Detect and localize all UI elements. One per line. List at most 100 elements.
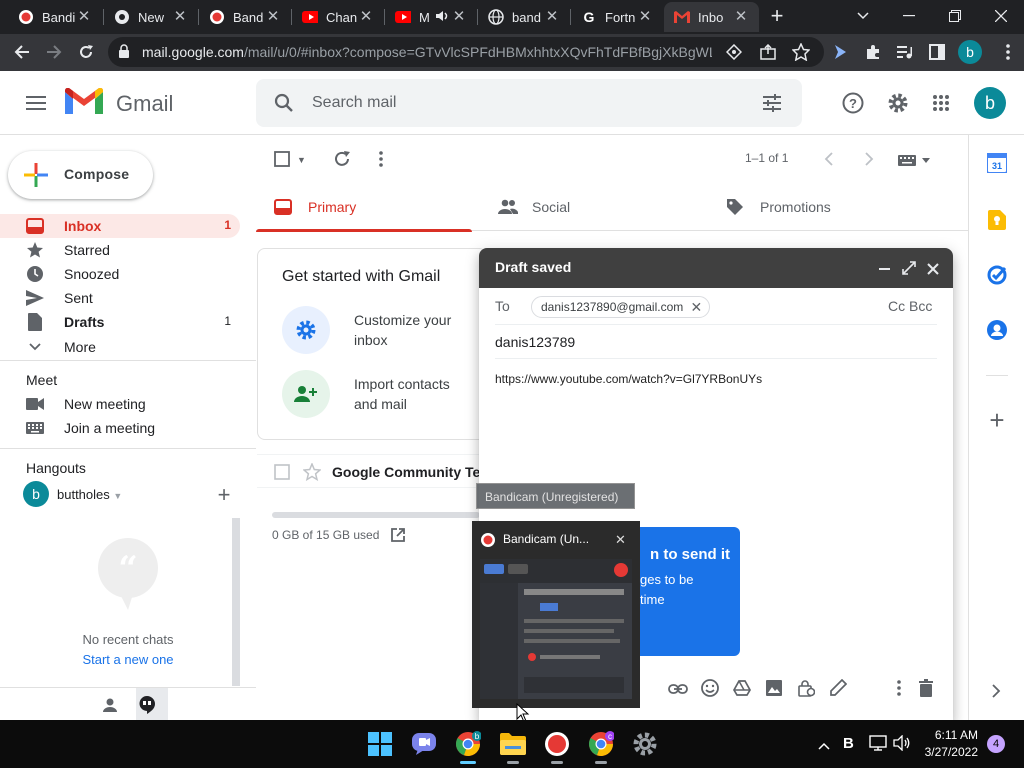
browser-tab[interactable]: M ✕ bbox=[385, 2, 477, 32]
nav-item-drafts[interactable]: Drafts 1 bbox=[0, 310, 240, 334]
subject-field[interactable]: danis123789 bbox=[495, 325, 937, 359]
insert-photo-icon[interactable] bbox=[765, 679, 783, 700]
help-icon[interactable]: ? bbox=[842, 92, 864, 117]
display-icon[interactable] bbox=[869, 735, 887, 754]
close-icon[interactable] bbox=[927, 262, 939, 278]
browser-tab[interactable]: Chan ✕ bbox=[292, 2, 384, 32]
refresh-icon[interactable] bbox=[333, 150, 351, 171]
search-icon[interactable] bbox=[274, 93, 294, 116]
tasks-icon[interactable] bbox=[987, 265, 1007, 288]
select-dropdown-caret-icon[interactable]: ▼ bbox=[297, 155, 306, 165]
contacts-person-icon[interactable] bbox=[102, 697, 118, 716]
browser-tab[interactable]: New ✕ bbox=[104, 2, 198, 32]
add-hangout-button[interactable]: + bbox=[215, 484, 233, 506]
chevron-right-icon[interactable] bbox=[991, 684, 1001, 701]
open-external-icon[interactable] bbox=[390, 527, 406, 546]
discard-draft-trash-icon[interactable] bbox=[919, 679, 933, 700]
select-all-checkbox[interactable] bbox=[274, 151, 290, 170]
browser-tab[interactable]: Bandi ✕ bbox=[8, 2, 102, 32]
account-avatar[interactable]: b bbox=[974, 87, 1006, 119]
close-icon[interactable]: ✕ bbox=[637, 9, 653, 25]
clock-date[interactable]: 3/27/2022 bbox=[920, 745, 978, 759]
bandicam-taskbar-icon[interactable] bbox=[541, 728, 573, 764]
minimize-icon[interactable] bbox=[879, 268, 890, 270]
settings-taskbar-icon[interactable] bbox=[629, 728, 661, 760]
tab-primary[interactable]: Primary bbox=[256, 183, 472, 232]
notification-badge[interactable]: 4 bbox=[987, 735, 1005, 753]
remove-recipient-icon[interactable]: ✕ bbox=[691, 297, 703, 317]
close-icon[interactable]: ✕ bbox=[265, 9, 281, 25]
cc-bcc-toggle[interactable]: Cc Bcc bbox=[888, 298, 932, 314]
tab-social[interactable]: Social bbox=[482, 183, 698, 231]
main-menu-icon[interactable] bbox=[26, 95, 46, 114]
start-new-chat-link[interactable]: Start a new one bbox=[0, 652, 256, 667]
close-icon[interactable]: ✕ bbox=[544, 9, 560, 25]
hangouts-icon[interactable] bbox=[139, 696, 155, 717]
close-icon[interactable]: ✕ bbox=[733, 9, 749, 25]
side-panel-icon[interactable] bbox=[925, 40, 949, 64]
search-input[interactable] bbox=[312, 91, 712, 115]
back-button[interactable] bbox=[10, 40, 34, 64]
add-person-icon[interactable] bbox=[282, 370, 330, 418]
nav-item-sent[interactable]: Sent bbox=[0, 286, 240, 310]
signature-pen-icon[interactable] bbox=[829, 678, 848, 700]
speaker-icon[interactable] bbox=[435, 9, 449, 26]
hangouts-user-name[interactable]: buttholes ▼ bbox=[57, 487, 122, 502]
keep-icon[interactable] bbox=[988, 210, 1006, 233]
row-checkbox[interactable] bbox=[274, 464, 290, 483]
browser-tab[interactable]: G Fortn ✕ bbox=[571, 2, 663, 32]
new-tab-button[interactable]: + bbox=[766, 5, 788, 28]
apps-grid-icon[interactable] bbox=[932, 94, 950, 115]
chevron-left-icon[interactable] bbox=[824, 152, 834, 169]
emoji-icon[interactable] bbox=[701, 679, 719, 700]
nav-item-snoozed[interactable]: Snoozed bbox=[0, 262, 240, 286]
extension-diamond-icon[interactable] bbox=[725, 43, 743, 63]
forward-button[interactable] bbox=[42, 40, 66, 64]
horizontal-scrollbar[interactable] bbox=[272, 512, 480, 518]
input-tools-keyboard-icon[interactable] bbox=[898, 154, 932, 170]
calendar-icon[interactable]: 31 bbox=[986, 152, 1008, 176]
nav-item-more[interactable]: More bbox=[0, 335, 240, 359]
taskbar-thumbnail-preview[interactable]: Bandicam (Un... ✕ bbox=[472, 521, 640, 708]
close-icon[interactable]: ✕ bbox=[358, 9, 374, 25]
chevron-up-icon[interactable] bbox=[818, 737, 830, 753]
compose-button[interactable]: Compose bbox=[8, 151, 153, 199]
nav-item-starred[interactable]: Starred bbox=[0, 238, 240, 262]
chevron-right-icon[interactable] bbox=[864, 152, 874, 169]
bookmark-star-icon[interactable] bbox=[791, 42, 811, 64]
confidential-mode-icon[interactable] bbox=[797, 679, 816, 700]
media-control-icon[interactable] bbox=[893, 40, 917, 64]
browser-tab[interactable]: band ✕ bbox=[478, 2, 570, 32]
star-outline-icon[interactable] bbox=[302, 462, 322, 484]
chrome-taskbar-icon[interactable]: b bbox=[452, 728, 484, 764]
close-icon[interactable]: ✕ bbox=[172, 9, 188, 25]
nav-item-inbox[interactable]: Inbox 1 bbox=[0, 214, 240, 238]
settings-gear-icon[interactable] bbox=[887, 92, 909, 117]
browser-tab[interactable]: Band ✕ bbox=[199, 2, 291, 32]
more-options-icon[interactable] bbox=[897, 680, 901, 699]
sidebar-scrollbar[interactable] bbox=[232, 518, 240, 686]
tab-search-button[interactable] bbox=[840, 0, 886, 32]
start-windows-icon[interactable] bbox=[364, 728, 396, 760]
lock-icon[interactable] bbox=[118, 44, 130, 62]
gmail-logo-icon[interactable] bbox=[65, 87, 103, 119]
chrome-profile-taskbar-icon[interactable]: c bbox=[585, 728, 617, 764]
reload-button[interactable] bbox=[74, 40, 98, 64]
minimize-button[interactable] bbox=[886, 0, 932, 32]
close-icon[interactable]: ✕ bbox=[615, 532, 626, 548]
link-icon[interactable] bbox=[668, 681, 688, 697]
browser-profile-avatar[interactable]: b bbox=[958, 40, 982, 64]
address-bar[interactable]: mail.google.com/mail/u/0/#inbox?compose=… bbox=[108, 37, 824, 67]
import-contacts-link[interactable]: Import contacts and mail bbox=[354, 374, 474, 414]
volume-icon[interactable] bbox=[893, 734, 911, 754]
close-window-button[interactable] bbox=[978, 0, 1024, 32]
close-icon[interactable]: ✕ bbox=[451, 9, 467, 25]
share-icon[interactable] bbox=[760, 43, 776, 63]
browser-menu-icon[interactable] bbox=[996, 40, 1020, 64]
nav-item-new-meeting[interactable]: New meeting bbox=[0, 392, 240, 416]
hangouts-user-avatar[interactable]: b bbox=[23, 481, 49, 507]
bandicam-tray-icon[interactable]: B bbox=[843, 735, 854, 752]
search-options-icon[interactable] bbox=[762, 93, 782, 116]
email-row[interactable]: Google Community Te... bbox=[257, 454, 492, 488]
tab-promotions[interactable]: Promotions bbox=[708, 183, 924, 231]
